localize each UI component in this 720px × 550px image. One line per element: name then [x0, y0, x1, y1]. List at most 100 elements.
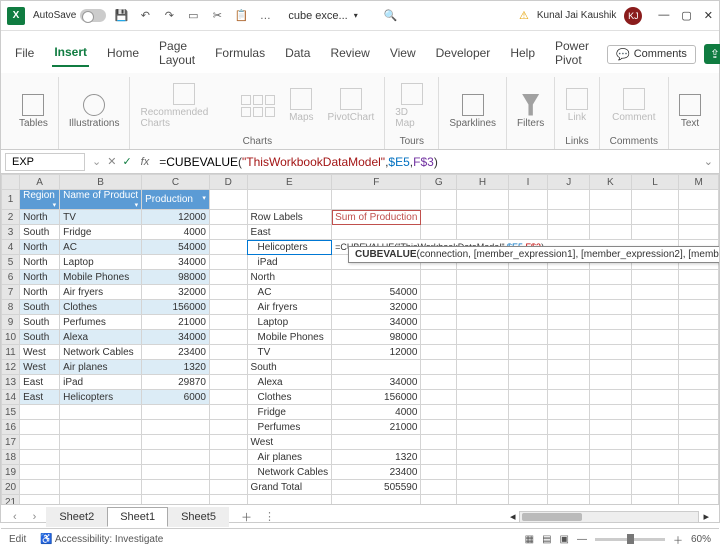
cell[interactable]	[209, 405, 247, 420]
cell[interactable]	[590, 190, 632, 210]
cell[interactable]	[548, 450, 590, 465]
cell[interactable]	[60, 450, 142, 465]
cell[interactable]: 23400	[142, 345, 210, 360]
cell[interactable]	[590, 285, 632, 300]
cell[interactable]	[209, 210, 247, 225]
tab-page-layout[interactable]: Page Layout	[157, 35, 197, 73]
row-header[interactable]: 3	[2, 225, 20, 240]
cell[interactable]	[20, 435, 60, 450]
cell[interactable]	[20, 480, 60, 495]
cell[interactable]	[548, 270, 590, 285]
cell[interactable]	[60, 495, 142, 505]
cell[interactable]: Air planes	[247, 450, 332, 465]
cell[interactable]: Mobile Phones	[247, 330, 332, 345]
cell[interactable]	[421, 330, 457, 345]
text-button[interactable]: Text	[679, 94, 701, 129]
cell[interactable]	[679, 375, 719, 390]
share-button[interactable]: ⇪▾	[704, 44, 720, 64]
redo-icon[interactable]: ↷	[162, 9, 176, 23]
cell[interactable]: 1320	[332, 450, 421, 465]
cell[interactable]	[679, 480, 719, 495]
cell[interactable]	[421, 190, 457, 210]
cell[interactable]: North	[20, 270, 60, 285]
cut-icon[interactable]: ✂	[210, 9, 224, 23]
cell[interactable]: 34000	[142, 330, 210, 345]
cell[interactable]	[631, 330, 679, 345]
minimize-icon[interactable]: —	[658, 9, 669, 22]
cell[interactable]: 156000	[142, 300, 210, 315]
cell[interactable]	[679, 345, 719, 360]
tab-home[interactable]: Home	[105, 42, 141, 66]
cell[interactable]: 1320	[142, 360, 210, 375]
cell[interactable]	[332, 360, 421, 375]
cell[interactable]: Perfumes	[60, 315, 142, 330]
cell[interactable]	[590, 495, 632, 505]
cell[interactable]: 98000	[332, 330, 421, 345]
cell[interactable]	[590, 315, 632, 330]
cell[interactable]	[209, 190, 247, 210]
cell[interactable]	[209, 285, 247, 300]
cell[interactable]	[457, 375, 509, 390]
cell[interactable]	[590, 210, 632, 225]
cell[interactable]	[631, 390, 679, 405]
cell[interactable]	[60, 480, 142, 495]
cell[interactable]: Alexa	[247, 375, 332, 390]
cell[interactable]	[679, 360, 719, 375]
cell[interactable]	[590, 480, 632, 495]
row-header[interactable]: 17	[2, 435, 20, 450]
cell[interactable]: 29870	[142, 375, 210, 390]
cell[interactable]	[508, 210, 548, 225]
cell[interactable]	[209, 420, 247, 435]
worksheet-grid[interactable]: ABCDEFGHIJKLM 1Region▾Name of Product▾Pr…	[1, 174, 719, 504]
cell[interactable]	[548, 375, 590, 390]
cell[interactable]	[421, 435, 457, 450]
cell[interactable]: 4000	[332, 405, 421, 420]
cell[interactable]	[457, 210, 509, 225]
cell[interactable]	[631, 315, 679, 330]
row-header[interactable]: 11	[2, 345, 20, 360]
cell[interactable]	[679, 300, 719, 315]
cell[interactable]: 32000	[332, 300, 421, 315]
cell[interactable]	[631, 190, 679, 210]
cell[interactable]	[548, 480, 590, 495]
cell[interactable]	[457, 405, 509, 420]
row-header[interactable]: 15	[2, 405, 20, 420]
cell[interactable]	[421, 480, 457, 495]
sheet-tab[interactable]: Sheet1	[107, 507, 168, 527]
cell[interactable]: 505590	[332, 480, 421, 495]
cell[interactable]	[508, 190, 548, 210]
cell[interactable]	[508, 270, 548, 285]
row-header[interactable]: 16	[2, 420, 20, 435]
row-header[interactable]: 4	[2, 240, 20, 255]
cell[interactable]	[590, 420, 632, 435]
cell[interactable]	[679, 330, 719, 345]
add-sheet-button[interactable]: ＋	[233, 506, 260, 528]
cell[interactable]	[421, 420, 457, 435]
cell[interactable]	[209, 345, 247, 360]
cell[interactable]	[209, 450, 247, 465]
cell[interactable]: Air planes	[60, 360, 142, 375]
cell[interactable]	[508, 345, 548, 360]
row-header[interactable]: 7	[2, 285, 20, 300]
cell[interactable]: 6000	[142, 390, 210, 405]
chevron-down-icon[interactable]: ⌄	[89, 155, 104, 168]
tab-formulas[interactable]: Formulas	[213, 42, 267, 66]
cell[interactable]	[508, 360, 548, 375]
cell[interactable]	[209, 480, 247, 495]
col-header[interactable]: J	[548, 175, 590, 190]
cell[interactable]: North	[20, 210, 60, 225]
cell[interactable]: Row Labels	[247, 210, 332, 225]
cell[interactable]: Sum of Production	[332, 210, 421, 225]
cell[interactable]	[548, 465, 590, 480]
autosave-toggle[interactable]: AutoSave	[33, 9, 106, 22]
cell[interactable]	[590, 435, 632, 450]
cell[interactable]	[590, 345, 632, 360]
cell[interactable]: 12000	[332, 345, 421, 360]
tabs-menu-icon[interactable]: ⋮	[264, 510, 275, 523]
cell[interactable]: Air fryers	[60, 285, 142, 300]
search-icon[interactable]: 🔍	[384, 9, 398, 22]
cell[interactable]	[631, 360, 679, 375]
cell[interactable]	[679, 465, 719, 480]
cell[interactable]	[590, 270, 632, 285]
cell[interactable]	[209, 225, 247, 240]
